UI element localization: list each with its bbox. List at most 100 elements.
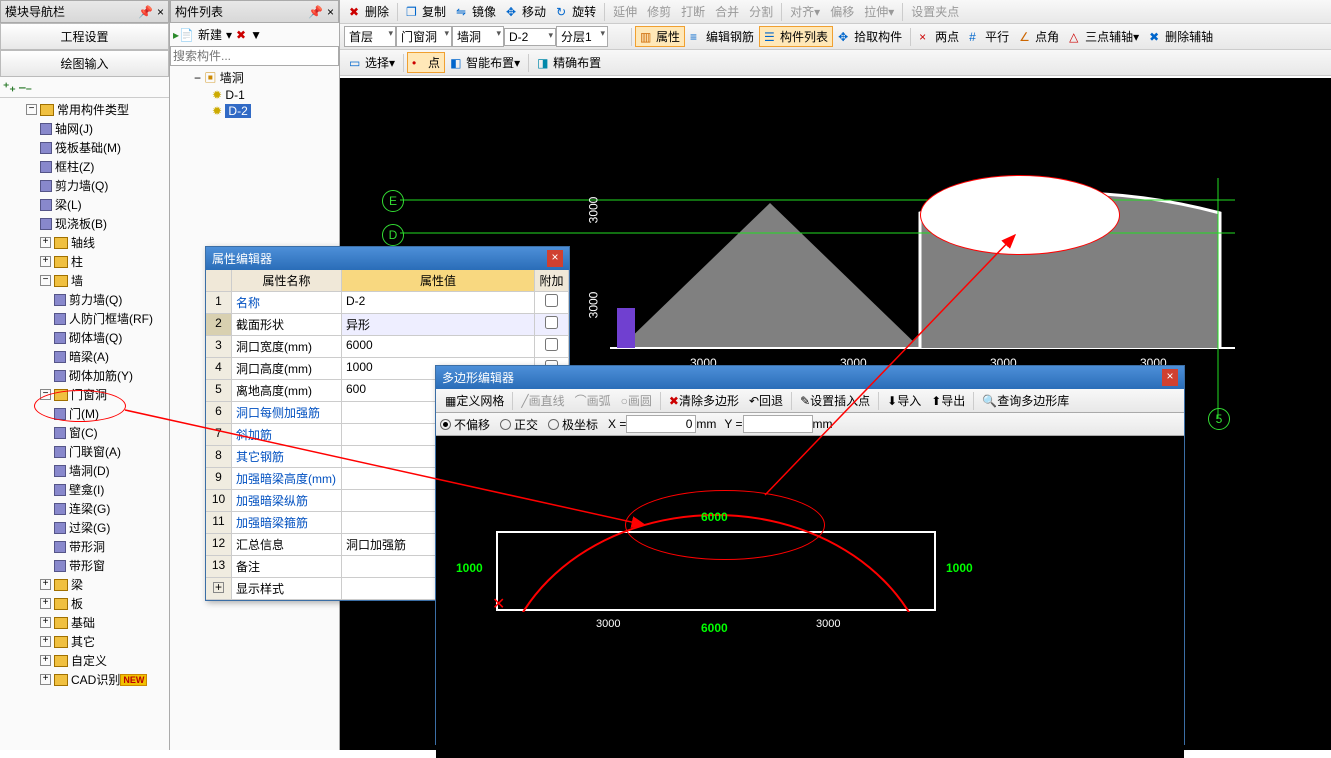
x-input[interactable]	[626, 415, 696, 433]
tree-item[interactable]: 门联窗(A)	[46, 442, 165, 461]
close-icon[interactable]: ×	[157, 5, 164, 19]
polygon-dialog-titlebar[interactable]: 多边形编辑器 ×	[436, 366, 1184, 389]
delete-tool[interactable]: 删除	[344, 2, 394, 21]
tree-item[interactable]: 壁龛(I)	[46, 480, 165, 499]
filter-icon[interactable]: ▼	[250, 28, 262, 42]
nav-tree[interactable]: −常用构件类型 轴网(J)筏板基础(M)框柱(Z)剪力墙(Q)梁(L)现浇板(B…	[0, 98, 169, 748]
component-item[interactable]: ✹ D-2	[212, 103, 333, 119]
tree-item[interactable]: 砌体加筋(Y)	[46, 366, 165, 385]
prop-value[interactable]: 异形	[342, 314, 535, 336]
tree-item[interactable]: 筏板基础(M)	[32, 138, 165, 157]
y-input[interactable]	[743, 415, 813, 433]
tree-item[interactable]: 过梁(G)	[46, 518, 165, 537]
prop-name[interactable]: 洞口每侧加强筋	[232, 402, 342, 424]
select-tool[interactable]: 选择▾	[344, 53, 400, 72]
tree-expander[interactable]: −	[194, 71, 201, 85]
layer-dropdown[interactable]: 分层1	[556, 26, 608, 47]
prop-value[interactable]: 6000	[342, 336, 535, 358]
tree-group[interactable]: +轴线	[32, 233, 165, 252]
import-button[interactable]: ⬇ 导入	[882, 391, 926, 410]
delete-icon[interactable]: ✖	[236, 28, 246, 42]
tree-root[interactable]: 常用构件类型	[57, 101, 129, 118]
tree-item[interactable]: 墙洞(D)	[46, 461, 165, 480]
tree-group[interactable]: +柱	[32, 252, 165, 271]
tree-group[interactable]: −墙	[32, 271, 165, 290]
prop-name[interactable]: 洞口高度(mm)	[232, 358, 342, 380]
comp-root[interactable]: 墙洞	[220, 71, 244, 85]
prop-name[interactable]: 加强暗梁高度(mm)	[232, 468, 342, 490]
category-dropdown[interactable]: 门窗洞	[396, 26, 452, 47]
floor-dropdown[interactable]: 首层	[344, 26, 396, 47]
tree-expander[interactable]: −	[40, 275, 51, 286]
component-dropdown[interactable]: D-2	[504, 28, 556, 46]
tree-item[interactable]: 轴网(J)	[32, 119, 165, 138]
tree-item[interactable]: 连梁(G)	[46, 499, 165, 518]
prop-value[interactable]: D-2	[342, 292, 535, 314]
tree-group[interactable]: +基础	[32, 613, 165, 632]
undo-button[interactable]: ↶ 回退	[744, 391, 788, 410]
proj-settings-button[interactable]: 工程设置	[0, 23, 169, 50]
prop-extra[interactable]	[535, 336, 569, 358]
prop-name[interactable]: 加强暗梁箍筋	[232, 512, 342, 534]
tree-expander[interactable]: +	[40, 598, 51, 609]
tree-expander[interactable]: +	[40, 237, 51, 248]
exact-place-tool[interactable]: 精确布置	[532, 53, 606, 72]
parallel-button[interactable]: 平行	[964, 27, 1014, 46]
tree-group[interactable]: +CAD识别 NEW	[32, 670, 165, 689]
copy-tool[interactable]: 复制	[401, 2, 451, 21]
property-button[interactable]: 属性	[635, 26, 685, 47]
new-dropdown[interactable]: ▾	[226, 28, 232, 42]
prop-name[interactable]: 洞口宽度(mm)	[232, 336, 342, 358]
rotate-tool[interactable]: 旋转	[551, 2, 601, 21]
delete-axis-button[interactable]: 删除辅轴	[1144, 27, 1218, 46]
pin-icon[interactable]: 📌	[138, 5, 153, 19]
pin-icon[interactable]: 📌	[308, 5, 323, 19]
tree-item[interactable]: 剪力墙(Q)	[32, 176, 165, 195]
tree-group[interactable]: +梁	[32, 575, 165, 594]
define-grid-button[interactable]: ▦ 定义网格	[440, 391, 509, 410]
close-button[interactable]: ×	[1162, 369, 1178, 386]
prop-name[interactable]: 加强暗梁纵筋	[232, 490, 342, 512]
point-angle-button[interactable]: 点角	[1014, 27, 1064, 46]
nav-toolbar-icon[interactable]: ⁺₊ ‒₋	[3, 80, 32, 94]
clear-polygon-button[interactable]: ✖ 清除多边形	[664, 391, 744, 410]
prop-name[interactable]: 汇总信息	[232, 534, 342, 556]
tree-item[interactable]: 暗梁(A)	[46, 347, 165, 366]
ortho-radio[interactable]: 正交	[500, 416, 538, 433]
property-dialog-titlebar[interactable]: 属性编辑器 ×	[206, 247, 569, 270]
tree-group[interactable]: +其它	[32, 632, 165, 651]
move-tool[interactable]: 移动	[501, 2, 551, 21]
component-list-button[interactable]: 构件列表	[759, 26, 833, 47]
tree-expander[interactable]: +	[40, 617, 51, 628]
search-input[interactable]	[170, 46, 339, 66]
prop-name[interactable]: 显示样式	[232, 578, 342, 600]
prop-name[interactable]: 名称	[232, 292, 342, 314]
no-offset-radio[interactable]: 不偏移	[440, 416, 490, 433]
prop-extra-checkbox[interactable]	[545, 338, 558, 351]
tree-item[interactable]: 带形洞	[46, 537, 165, 556]
type-dropdown[interactable]: 墙洞	[452, 26, 504, 47]
export-button[interactable]: ⬆ 导出	[926, 391, 970, 410]
tree-item[interactable]: 框柱(Z)	[32, 157, 165, 176]
prop-name[interactable]: 备注	[232, 556, 342, 578]
point-tool[interactable]: 点	[407, 52, 445, 73]
prop-name[interactable]: 其它钢筋	[232, 446, 342, 468]
set-insert-button[interactable]: ✎ 设置插入点	[795, 391, 875, 410]
close-icon[interactable]: ×	[327, 5, 334, 19]
tree-expander[interactable]: −	[26, 104, 37, 115]
two-point-button[interactable]: 两点	[914, 27, 964, 46]
close-button[interactable]: ×	[547, 250, 563, 267]
tree-item[interactable]: 剪力墙(Q)	[46, 290, 165, 309]
new-button[interactable]: 新建	[198, 26, 222, 43]
query-lib-button[interactable]: 🔍 查询多边形库	[977, 391, 1074, 410]
comp-tree[interactable]: − ▣ 墙洞 ✹ D-1✹ D-2	[170, 66, 339, 121]
prop-name[interactable]: 截面形状	[232, 314, 342, 336]
tree-item[interactable]: 砌体墙(Q)	[46, 328, 165, 347]
polygon-canvas[interactable]: 6000 1000 1000 6000 3000 3000 ✕	[436, 436, 1184, 758]
tree-expander[interactable]: +	[40, 655, 51, 666]
prop-extra[interactable]	[535, 314, 569, 336]
mirror-tool[interactable]: 镜像	[451, 2, 501, 21]
three-point-axis-button[interactable]: 三点辅轴▾	[1064, 27, 1144, 46]
tree-expander[interactable]: +	[40, 579, 51, 590]
polar-radio[interactable]: 极坐标	[548, 416, 598, 433]
